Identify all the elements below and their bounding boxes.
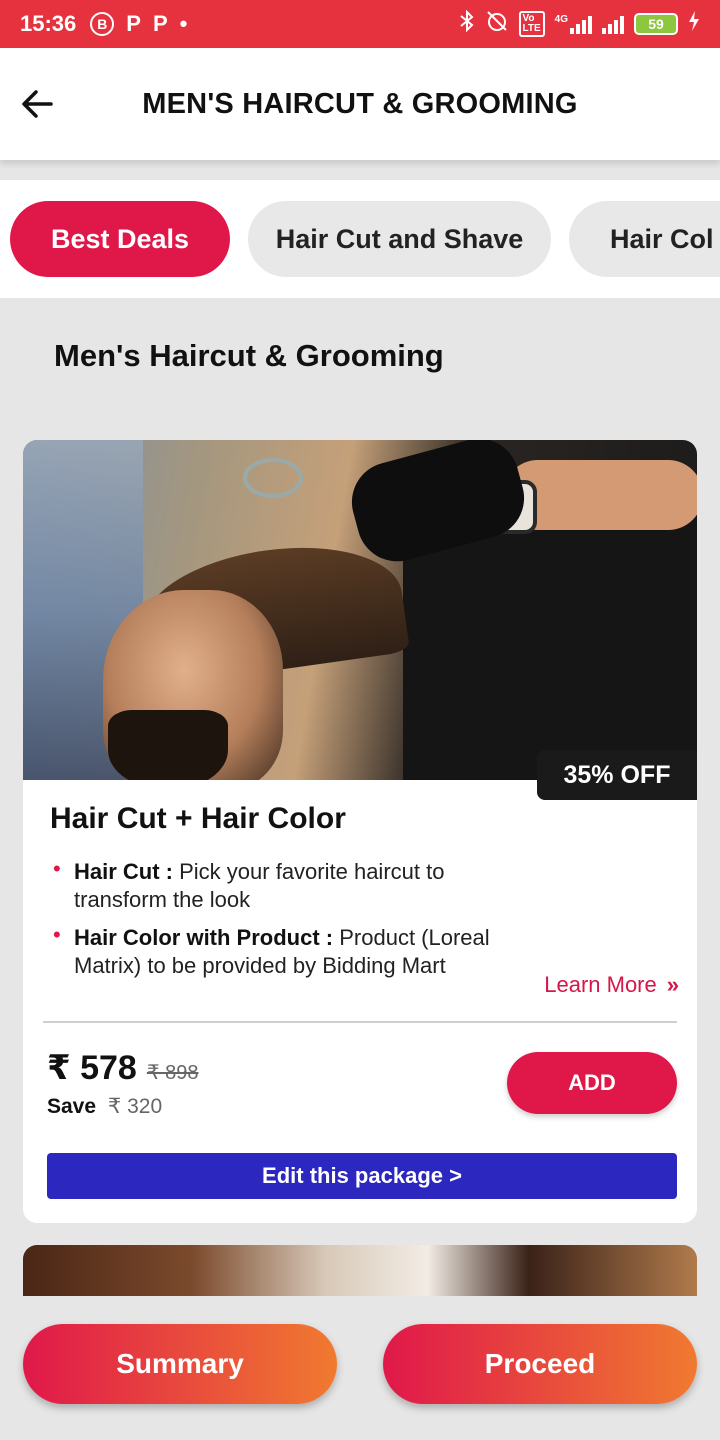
current-price: ₹ 578 <box>47 1049 137 1087</box>
savings: Save ₹ 320 <box>47 1094 162 1119</box>
learn-more-link[interactable]: Learn More » <box>544 972 679 998</box>
price-block: ₹ 578 ₹ 898 <box>47 1048 199 1088</box>
app-bar: MEN'S HAIRCUT & GROOMING <box>0 48 720 160</box>
feature-name: Hair Color with Product : <box>74 925 334 950</box>
save-label: Save <box>47 1095 97 1118</box>
scissors-illustration <box>243 458 303 498</box>
feature-name: Hair Cut : <box>74 859 173 884</box>
charging-icon <box>688 11 700 37</box>
signal-icon <box>602 14 624 34</box>
package-title: Hair Cut + Hair Color <box>50 802 346 835</box>
tab-hair-color[interactable]: Hair Col <box>569 201 720 277</box>
proceed-button[interactable]: Proceed <box>383 1324 697 1404</box>
package-image <box>23 440 697 780</box>
network-label: 4G <box>554 14 568 25</box>
original-price: ₹ 898 <box>146 1062 199 1084</box>
feature-item: • Hair Cut : Pick your favorite haircut … <box>50 858 490 914</box>
bullet-icon: • <box>53 856 61 881</box>
battery-icon: 59 <box>634 13 678 35</box>
status-right-group: Vo LTE 4G 59 <box>459 9 701 38</box>
save-amount: ₹ 320 <box>107 1095 163 1118</box>
divider <box>43 1021 677 1023</box>
p-notification-icon: P <box>126 11 141 36</box>
b-notification-icon: B <box>90 12 115 36</box>
page-title: MEN'S HAIRCUT & GROOMING <box>142 87 578 120</box>
feature-item: • Hair Color with Product : Product (Lor… <box>50 924 490 980</box>
tab-hair-cut-and-shave[interactable]: Hair Cut and Shave <box>248 201 551 277</box>
package-card: 35% OFF Hair Cut + Hair Color • Hair Cut… <box>23 440 697 1223</box>
bottom-action-bar: Summary Proceed <box>0 1296 720 1440</box>
status-bar: 15:36 B P P • Vo LTE 4G 59 <box>0 0 720 48</box>
edit-package-button[interactable]: Edit this package > <box>47 1153 677 1199</box>
tab-best-deals[interactable]: Best Deals <box>10 201 230 277</box>
bluetooth-icon <box>459 9 475 38</box>
alarm-off-icon <box>485 10 509 38</box>
p-notification-icon-2: P <box>152 11 168 36</box>
discount-badge: 35% OFF <box>537 750 697 800</box>
learn-more-label: Learn More <box>544 972 657 997</box>
volte-icon: Vo LTE <box>518 11 545 37</box>
double-chevron-right-icon: » <box>666 972 679 997</box>
category-tabs: Best Deals Hair Cut and Shave Hair Col <box>0 180 720 298</box>
section-title: Men's Haircut & Grooming <box>54 338 444 373</box>
summary-button[interactable]: Summary <box>23 1324 337 1404</box>
signal-4g-icon: 4G <box>555 14 592 34</box>
feature-list: • Hair Cut : Pick your favorite haircut … <box>50 858 490 990</box>
status-time: 15:36 <box>20 11 77 36</box>
next-package-card-image <box>23 1245 697 1296</box>
bullet-icon: • <box>53 922 61 947</box>
add-button[interactable]: ADD <box>507 1052 677 1114</box>
more-notifications-dot: • <box>179 11 188 36</box>
